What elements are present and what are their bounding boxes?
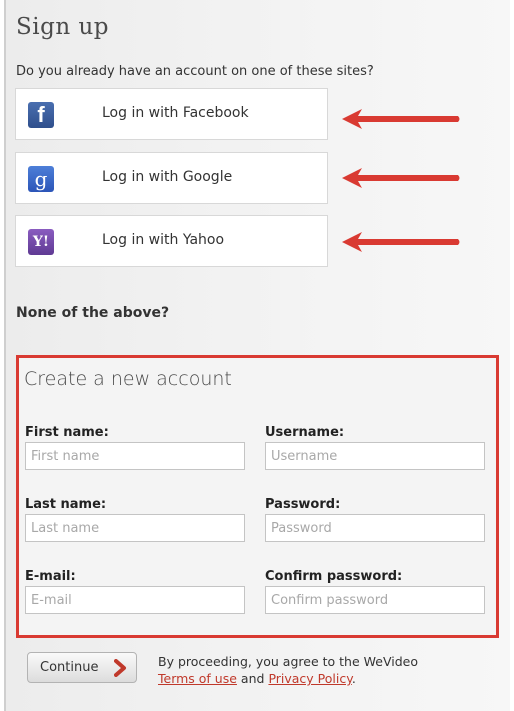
terms-notice: By proceeding, you agree to the WeVideo: [158, 654, 418, 669]
left-border: [4, 0, 6, 711]
terms-period: .: [351, 671, 356, 686]
create-account-title: Create a new account: [24, 368, 232, 390]
yahoo-login-button[interactable]: Y! Log in with Yahoo: [15, 215, 328, 267]
yahoo-icon: Y!: [28, 229, 54, 255]
last-name-field[interactable]: [25, 514, 245, 542]
google-login-label: Log in with Google: [102, 169, 233, 185]
chevron-right-icon: [114, 659, 126, 677]
none-above-heading: None of the above?: [16, 305, 170, 321]
password-label: Password:: [265, 497, 341, 512]
existing-account-question: Do you already have an account on one of…: [16, 64, 374, 79]
first-name-label: First name:: [25, 425, 109, 440]
terms-links-line: Terms of use and Privacy Policy.: [158, 671, 356, 686]
facebook-login-button[interactable]: f Log in with Facebook: [15, 88, 328, 140]
arrow-icon: [342, 109, 460, 129]
google-icon: g: [28, 166, 54, 192]
confirm-password-field[interactable]: [265, 586, 485, 614]
username-field[interactable]: [265, 442, 485, 470]
arrow-icon: [342, 168, 460, 188]
confirm-password-label: Confirm password:: [265, 569, 403, 584]
privacy-policy-link[interactable]: Privacy Policy: [268, 671, 351, 686]
terms-of-use-link[interactable]: Terms of use: [158, 671, 237, 686]
email-label: E-mail:: [25, 569, 76, 584]
email-field[interactable]: [25, 586, 245, 614]
google-login-button[interactable]: g Log in with Google: [15, 152, 328, 204]
page-title: Sign up: [16, 14, 109, 40]
first-name-field[interactable]: [25, 442, 245, 470]
yahoo-login-label: Log in with Yahoo: [102, 232, 225, 248]
username-label: Username:: [265, 425, 345, 440]
facebook-icon: f: [28, 102, 54, 128]
password-field[interactable]: [265, 514, 485, 542]
facebook-login-label: Log in with Facebook: [102, 105, 249, 121]
last-name-label: Last name:: [25, 497, 107, 512]
terms-and-text: and: [240, 671, 265, 686]
continue-button[interactable]: Continue: [27, 652, 137, 683]
continue-label: Continue: [40, 660, 99, 675]
arrow-icon: [342, 232, 460, 252]
